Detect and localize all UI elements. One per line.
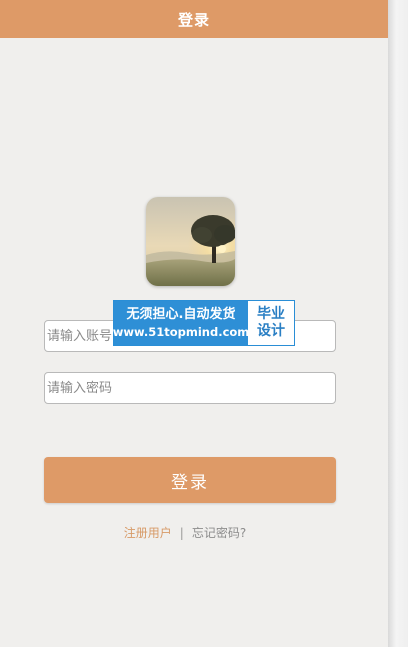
auth-links: 注册用户 | 忘记密码? (0, 524, 370, 541)
register-link[interactable]: 注册用户 (124, 524, 172, 541)
window-edge (388, 0, 408, 647)
watermark-url: www.51topmind.com (112, 325, 250, 339)
app-screen: 登录 请输入账号 登录 注册用户 | 忘记密码? 无须担心.自动发货 www.5… (0, 0, 388, 647)
avatar (146, 197, 235, 286)
watermark-slogan: 无须担心.自动发货 (126, 307, 236, 322)
page-title: 登录 (177, 10, 210, 29)
watermark-text-2: 设计 (257, 323, 285, 339)
header-bar: 登录 (0, 0, 388, 38)
login-button[interactable]: 登录 (44, 457, 336, 503)
watermark-right: 毕业 设计 (248, 301, 294, 345)
watermark-left: 无须担心.自动发货 www.51topmind.com (112, 301, 250, 345)
link-separator: | (179, 525, 184, 540)
watermark-text-1: 毕业 (257, 306, 285, 322)
password-input[interactable] (44, 372, 336, 404)
watermark-badge: 无须担心.自动发货 www.51topmind.com 毕业 设计 (113, 300, 295, 346)
forgot-password-link[interactable]: 忘记密码? (192, 524, 246, 541)
tree-sunset-avatar-icon (146, 197, 235, 286)
